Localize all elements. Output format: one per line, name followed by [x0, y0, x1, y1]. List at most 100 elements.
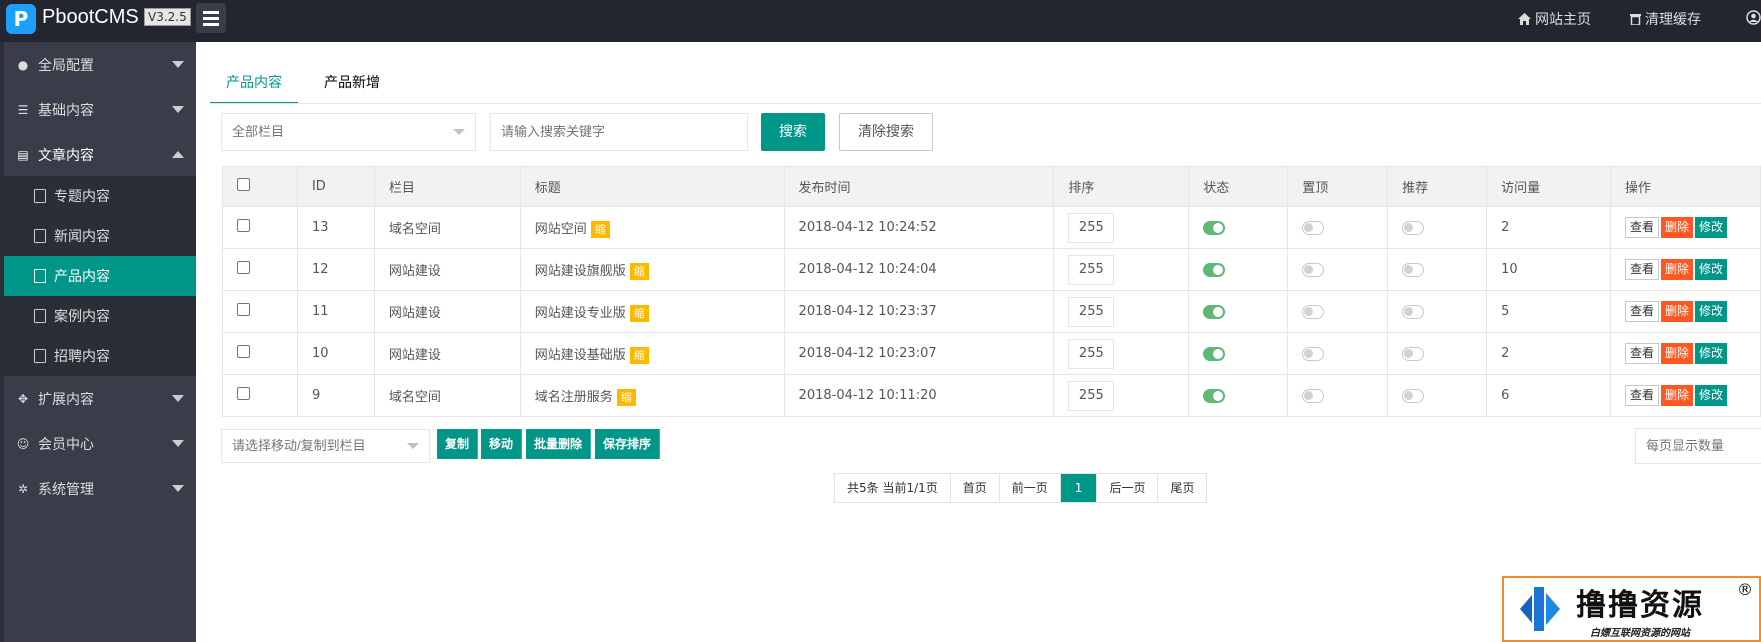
sidebar-item-global-config[interactable]: ● 全局配置 [0, 42, 196, 87]
thumbnail-badge[interactable]: 缩 [616, 388, 636, 406]
sidebar-item-topic-content[interactable]: 专题内容 [4, 176, 196, 216]
sidebar-item-article-content[interactable]: ▤ 文章内容 [0, 132, 196, 177]
thumbnail-badge[interactable]: 缩 [629, 262, 649, 280]
pbootcms-logo-icon[interactable]: P [6, 4, 36, 34]
site-home-link[interactable]: 网站主页 [1518, 9, 1591, 29]
recommend-toggle[interactable] [1402, 346, 1425, 361]
thumbnail-badge[interactable]: 缩 [590, 220, 610, 238]
tab-product-content[interactable]: 产品内容 [210, 72, 298, 104]
status-toggle[interactable] [1203, 262, 1226, 277]
edit-button[interactable]: 修改 [1695, 385, 1728, 406]
edit-button[interactable]: 修改 [1695, 217, 1728, 238]
row-checkbox[interactable] [237, 261, 250, 274]
sidebar-item-basic-content[interactable]: ☰ 基础内容 [0, 87, 196, 132]
sidebar-item-system-management[interactable]: ✲ 系统管理 [0, 466, 196, 511]
sidebar-item-case-content[interactable]: 案例内容 [4, 296, 196, 336]
sort-input[interactable]: 255 [1068, 254, 1115, 285]
category-select[interactable]: 全部栏目 [221, 113, 476, 151]
delete-button[interactable]: 删除 [1661, 385, 1694, 406]
pagination-first[interactable]: 首页 [951, 474, 1000, 502]
user-avatar-icon[interactable] [1746, 10, 1761, 25]
status-toggle[interactable] [1203, 346, 1226, 361]
thumbnail-badge[interactable]: 缩 [629, 304, 649, 322]
column-header[interactable]: 置顶 [1287, 166, 1389, 207]
row-checkbox[interactable] [237, 387, 250, 400]
column-header[interactable]: 排序 [1053, 166, 1190, 207]
delete-button[interactable]: 删除 [1661, 343, 1694, 364]
top-toggle[interactable] [1302, 346, 1325, 361]
delete-button[interactable]: 删除 [1661, 301, 1694, 322]
thumbnail-badge[interactable]: 缩 [629, 346, 649, 364]
sort-input[interactable]: 255 [1068, 212, 1115, 243]
search-button[interactable]: 搜索 [761, 113, 825, 151]
clear-search-button[interactable]: 清除搜索 [839, 113, 933, 151]
top-cell [1287, 248, 1389, 291]
table-row: 12 网站建设 网站建设旗舰版缩 2018-04-12 10:24:04 255 10 查看… [222, 248, 1761, 291]
view-button[interactable]: 查看 [1624, 385, 1659, 406]
category-cell: 网站建设 [373, 248, 521, 291]
id-cell: 10 [296, 332, 375, 375]
view-button[interactable]: 查看 [1624, 217, 1659, 238]
date-cell: 2018-04-12 10:23:37 [783, 290, 1055, 333]
sort-input[interactable]: 255 [1068, 338, 1115, 369]
status-toggle[interactable] [1203, 388, 1226, 403]
column-header[interactable]: 访问量 [1486, 166, 1611, 207]
sidebar-item-news-content[interactable]: 新闻内容 [4, 216, 196, 256]
column-header: 操作 [1609, 166, 1761, 207]
pagination-next[interactable]: 后一页 [1097, 474, 1159, 502]
batch-delete-button[interactable]: 批量删除 [526, 429, 592, 459]
sort-input[interactable]: 255 [1068, 296, 1115, 327]
pagination-prev[interactable]: 前一页 [1000, 474, 1061, 502]
tab-product-add[interactable]: 产品新增 [308, 72, 396, 104]
row-checkbox[interactable] [237, 345, 250, 358]
recommend-toggle[interactable] [1402, 262, 1425, 277]
row-checkbox[interactable] [237, 219, 250, 232]
recommend-toggle[interactable] [1402, 388, 1425, 403]
column-header[interactable]: 推荐 [1387, 166, 1488, 207]
sidebar-item-member-center[interactable]: ☺ 会员中心 [0, 421, 196, 466]
delete-button[interactable]: 删除 [1661, 217, 1694, 238]
save-sort-button[interactable]: 保存排序 [595, 429, 661, 459]
recommend-toggle[interactable] [1402, 304, 1425, 319]
column-header[interactable]: 状态 [1188, 166, 1289, 207]
pagination-last[interactable]: 尾页 [1158, 474, 1206, 502]
sidebar-item-extend-content[interactable]: ✥ 扩展内容 [0, 376, 196, 421]
column-header[interactable]: 发布时间 [783, 166, 1055, 207]
delete-button[interactable]: 删除 [1661, 259, 1694, 280]
sort-input[interactable]: 255 [1068, 380, 1115, 411]
row-checkbox[interactable] [237, 303, 250, 316]
move-copy-select[interactable]: 请选择移动/复制到栏目 [221, 429, 430, 463]
edit-button[interactable]: 修改 [1695, 343, 1728, 364]
sidebar-item-label: 全局配置 [38, 57, 94, 74]
per-page-select[interactable]: 每页显示数量 [1635, 428, 1761, 464]
views-cell: 6 [1486, 374, 1611, 417]
table-row: 10 网站建设 网站建设基础版缩 2018-04-12 10:23:07 255 2 查看删… [222, 332, 1761, 375]
recommend-toggle[interactable] [1402, 220, 1425, 235]
column-header[interactable]: ID [296, 166, 375, 207]
top-toggle[interactable] [1302, 388, 1325, 403]
top-toggle[interactable] [1302, 304, 1325, 319]
select-all-checkbox[interactable] [237, 178, 250, 191]
search-input[interactable]: 请输入搜索关键字 [490, 113, 748, 151]
sidebar-item-label: 会员中心 [38, 436, 94, 453]
move-button[interactable]: 移动 [481, 429, 523, 459]
pagination-current[interactable]: 1 [1060, 474, 1098, 502]
clear-cache-link[interactable]: 清理缓存 [1630, 9, 1701, 29]
status-toggle[interactable] [1203, 220, 1226, 235]
view-button[interactable]: 查看 [1624, 301, 1659, 322]
top-toggle[interactable] [1302, 220, 1325, 235]
edit-button[interactable]: 修改 [1695, 301, 1728, 322]
copy-button[interactable]: 复制 [437, 429, 479, 459]
version-badge: V3.2.5 [144, 8, 191, 26]
edit-button[interactable]: 修改 [1695, 259, 1728, 280]
top-toggle[interactable] [1302, 262, 1325, 277]
column-header[interactable]: 标题 [519, 166, 785, 207]
brand-name[interactable]: PbootCMS [42, 6, 139, 29]
view-button[interactable]: 查看 [1624, 259, 1659, 280]
menu-toggle-icon[interactable] [196, 3, 226, 33]
status-toggle[interactable] [1203, 304, 1226, 319]
sidebar-item-product-content[interactable]: 产品内容 [4, 256, 196, 296]
view-button[interactable]: 查看 [1624, 343, 1659, 364]
sidebar-item-recruit-content[interactable]: 招聘内容 [4, 336, 196, 376]
column-header[interactable]: 栏目 [373, 166, 521, 207]
